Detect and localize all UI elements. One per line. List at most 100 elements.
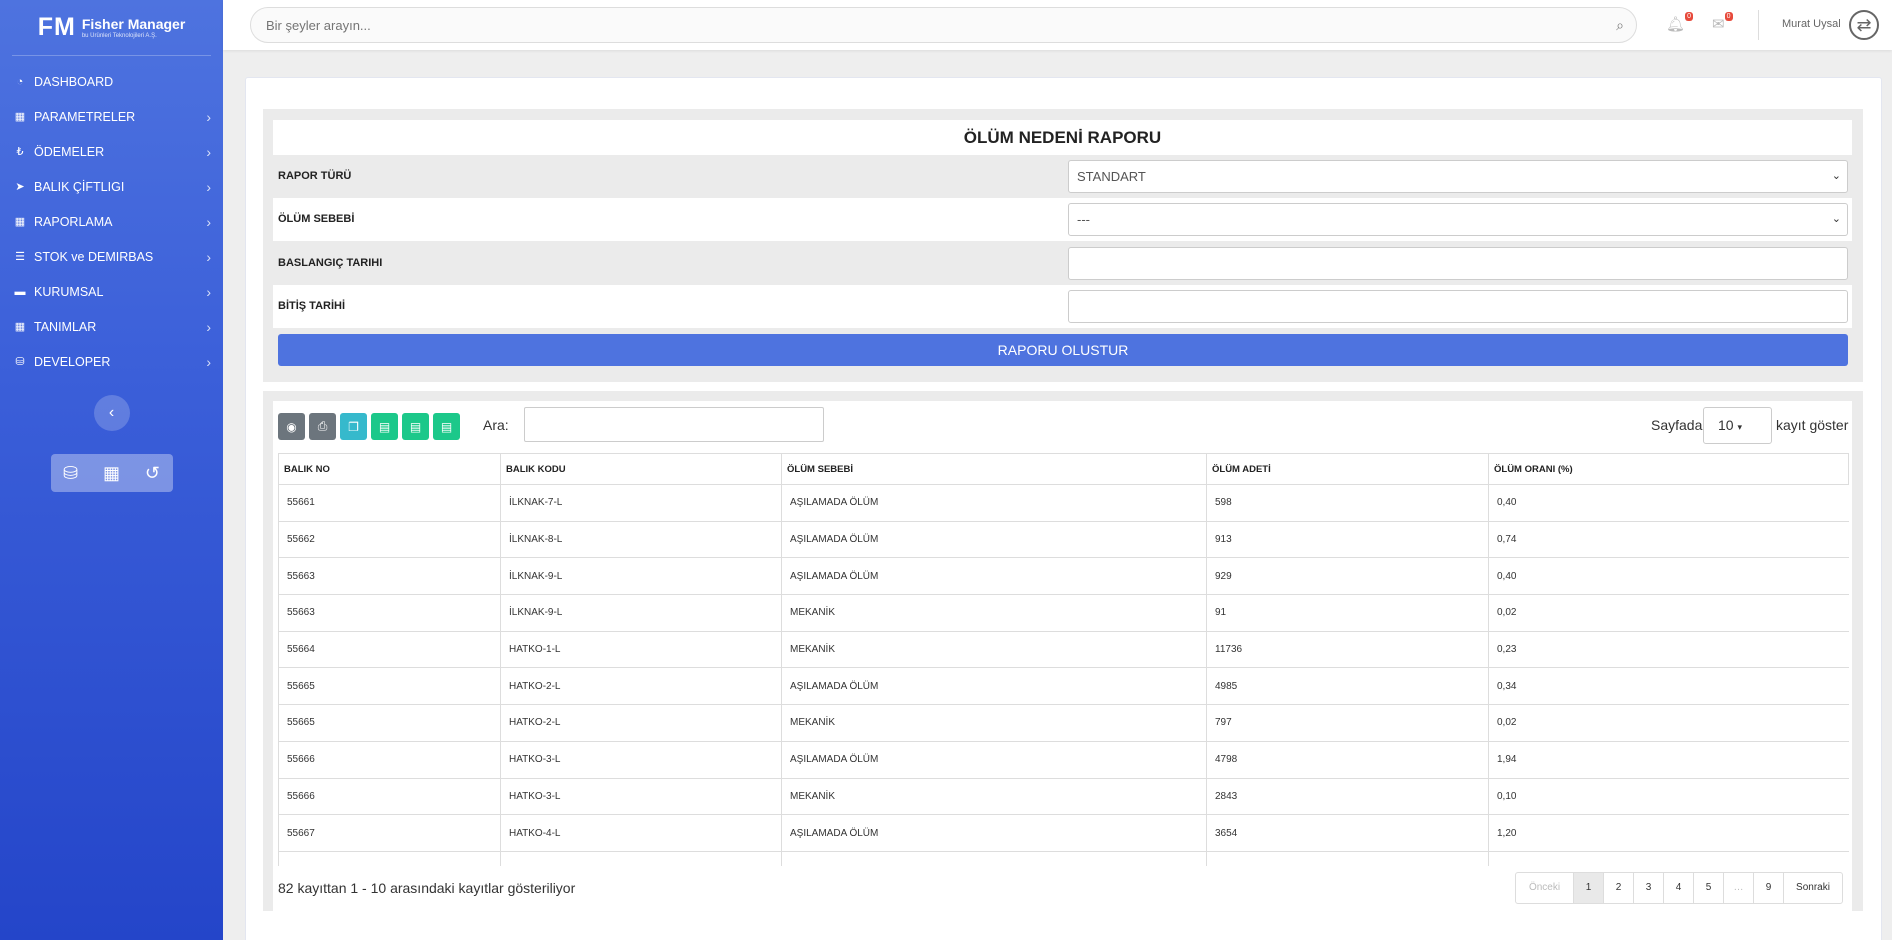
table-cell: HATKO-4-L [500, 814, 782, 852]
table-cell: 3654 [1206, 814, 1489, 852]
pagination-page-button[interactable]: 5 [1693, 873, 1723, 903]
table-row-partial [278, 850, 1849, 867]
chip-icon[interactable]: ▦ [103, 463, 120, 484]
pagination-next-button[interactable]: Sonraki [1783, 873, 1842, 903]
table-row[interactable]: 55666 HATKO-3-L MEKANİK 2843 0,10 [278, 777, 1849, 815]
sidebar-collapse-button[interactable]: ‹ [93, 395, 130, 431]
olum-sebebi-label: ÖLÜM SEBEBİ [278, 213, 355, 225]
page-size-select[interactable]: 10 ▾ [1703, 407, 1772, 444]
csv-file-icon[interactable]: ▤ [371, 413, 398, 440]
pagination-page-button[interactable]: 3 [1633, 873, 1663, 903]
pagination-page-button[interactable]: 1 [1573, 873, 1603, 903]
search-icon[interactable]: ⌕ [1616, 17, 1624, 34]
chevron-down-icon: ⌄ [1831, 170, 1841, 182]
sidebar-tools: ⛁ ▦ ↺ [50, 454, 173, 492]
chevron-right-icon: › [206, 248, 211, 265]
gauge-icon: ◔ [16, 75, 24, 88]
sidebar-item-balik-i-ftligi[interactable]: ➤ BALIK ÇİFTLIGI › [0, 169, 223, 204]
sidebar-item-parametreler[interactable]: ▦ PARAMETRELER › [0, 99, 223, 134]
eye-icon[interactable]: ◉ [278, 413, 305, 440]
search-bar: ⌕ [250, 7, 1637, 43]
column-header[interactable]: BALIK KODU [500, 453, 782, 485]
sidebar-item-raporlama[interactable]: ▦ RAPORLAMA › [0, 204, 223, 239]
column-header[interactable]: ÖLÜM ORANI (%) [1488, 453, 1849, 485]
sidebar-item-label: BALIK ÇİFTLIGI [34, 179, 125, 194]
sidebar-item-dashboard[interactable]: ◔ DASHBOARD [0, 64, 223, 99]
table-info: 82 kayıttan 1 - 10 arasındaki kayıtlar g… [278, 880, 576, 896]
table-row[interactable]: 55661 İLKNAK-7-L AŞILAMADA ÖLÜM 598 0,40 [278, 484, 1849, 522]
database-icon: ⛁ [15, 356, 25, 368]
rapor-turu-label: RAPOR TÜRÜ [278, 170, 352, 182]
sidebar-item-tanimlar[interactable]: ▦ TANIMLAR › [0, 309, 223, 344]
sidebar-item--demeler[interactable]: ₺ ÖDEMELER › [0, 134, 223, 169]
sidebar-item-stok-ve-demirbas[interactable]: ☰ STOK ve DEMIRBAS › [0, 239, 223, 274]
pagination-prev-button[interactable]: Önceki [1516, 873, 1573, 903]
sidebar-item-label: DASHBOARD [34, 74, 114, 89]
pagination-page-button[interactable]: 4 [1663, 873, 1693, 903]
excel-file-icon[interactable]: ▤ [402, 413, 429, 440]
search-input[interactable] [251, 8, 1636, 42]
table-row[interactable]: 55665 HATKO-2-L AŞILAMADA ÖLÜM 4985 0,34 [278, 667, 1849, 705]
topbar-divider [1758, 10, 1759, 40]
table-cell: AŞILAMADA ÖLÜM [781, 667, 1207, 705]
user-name[interactable]: Murat Uysal [1782, 18, 1841, 30]
table-search-input[interactable] [524, 407, 824, 442]
brand-name: Fisher Manager [81, 15, 186, 32]
database-icon[interactable]: ⛁ [63, 463, 78, 484]
table-cell: 91 [1206, 594, 1489, 632]
table-row[interactable]: 55663 İLKNAK-9-L MEKANİK 91 0,02 [278, 594, 1849, 632]
column-header[interactable]: ÖLÜM SEBEBİ [781, 453, 1207, 485]
sidebar-item-label: RAPORLAMA [34, 214, 113, 229]
sidebar-item-developer[interactable]: ⛁ DEVELOPER › [0, 344, 223, 379]
bell-icon[interactable]: 🔔︎ 0 [1666, 12, 1694, 33]
create-report-button[interactable]: RAPORU OLUSTUR [278, 334, 1848, 366]
table-cell: İLKNAK-8-L [500, 520, 782, 558]
table-row[interactable]: 55667 HATKO-4-L AŞILAMADA ÖLÜM 3654 1,20 [278, 814, 1849, 852]
table-cell: HATKO-2-L [500, 667, 782, 705]
rapor-turu-select[interactable]: STANDART ⌄ [1068, 160, 1848, 193]
table-row[interactable]: 55665 HATKO-2-L MEKANİK 797 0,02 [278, 704, 1849, 742]
table-cell: HATKO-2-L [500, 704, 782, 742]
table-cell: AŞILAMADA ÖLÜM [781, 557, 1207, 595]
print-icon[interactable]: ⎙ [309, 413, 336, 440]
table-cell: 1,20 [1488, 814, 1849, 852]
chevron-right-icon: › [206, 213, 211, 230]
bitis-date-input[interactable] [1068, 290, 1848, 323]
olum-sebebi-select[interactable]: --- ⌄ [1068, 203, 1848, 236]
table-cell: MEKANİK [781, 594, 1207, 632]
table-cell: 4798 [1206, 740, 1489, 778]
table-row[interactable]: 55664 HATKO-1-L MEKANİK 11736 0,23 [278, 630, 1849, 668]
avatar[interactable]: ⇄ [1849, 10, 1879, 40]
history-icon[interactable]: ↺ [145, 463, 160, 484]
table-cell [500, 850, 782, 867]
table-cell [781, 850, 1207, 867]
table-row[interactable]: 55663 İLKNAK-9-L AŞILAMADA ÖLÜM 929 0,40 [278, 557, 1849, 595]
table-cell: HATKO-1-L [500, 630, 782, 668]
page-size-suffix: kayıt göster [1776, 417, 1849, 433]
chevron-right-icon: › [206, 108, 211, 125]
message-badge: 0 [1724, 12, 1733, 21]
table-cell: 2843 [1206, 777, 1489, 815]
sidebar-item-label: DEVELOPER [34, 354, 111, 369]
bitis-label: BİTİŞ TARİHİ [278, 300, 346, 312]
page-size-label: Sayfada [1651, 417, 1703, 433]
pdf-file-icon[interactable]: ▤ [433, 413, 460, 440]
sidebar-item-kurumsal[interactable]: ▬ KURUMSAL › [0, 274, 223, 309]
table-cell: MEKANİK [781, 704, 1207, 742]
copy-icon[interactable]: ❐ [340, 413, 367, 440]
table-cell: 55667 [278, 814, 501, 852]
pagination-page-button[interactable]: 2 [1603, 873, 1633, 903]
table-header-row: BALIK NO BALIK KODU ÖLÜM SEBEBİ ÖLÜM ADETİ Ö… [278, 453, 1849, 485]
table-cell [1488, 850, 1849, 867]
table-cell: 55666 [278, 777, 501, 815]
column-header[interactable]: ÖLÜM ADETİ [1206, 453, 1489, 485]
table-row[interactable]: 55662 İLKNAK-8-L AŞILAMADA ÖLÜM 913 0,74 [278, 520, 1849, 558]
column-header[interactable]: BALIK NO [278, 453, 501, 485]
table-row[interactable]: 55666 HATKO-3-L AŞILAMADA ÖLÜM 4798 1,94 [278, 740, 1849, 778]
pagination-page-button[interactable]: 9 [1753, 873, 1783, 903]
brand-logo[interactable]: FM Fisher Manager bu Ürünleri Teknolojil… [12, 0, 211, 56]
table-icon: ▦ [14, 111, 26, 123]
envelope-icon[interactable]: ✉ 0 [1712, 12, 1733, 33]
baslangic-date-input[interactable] [1068, 247, 1848, 280]
table-cell: 55663 [278, 557, 501, 595]
